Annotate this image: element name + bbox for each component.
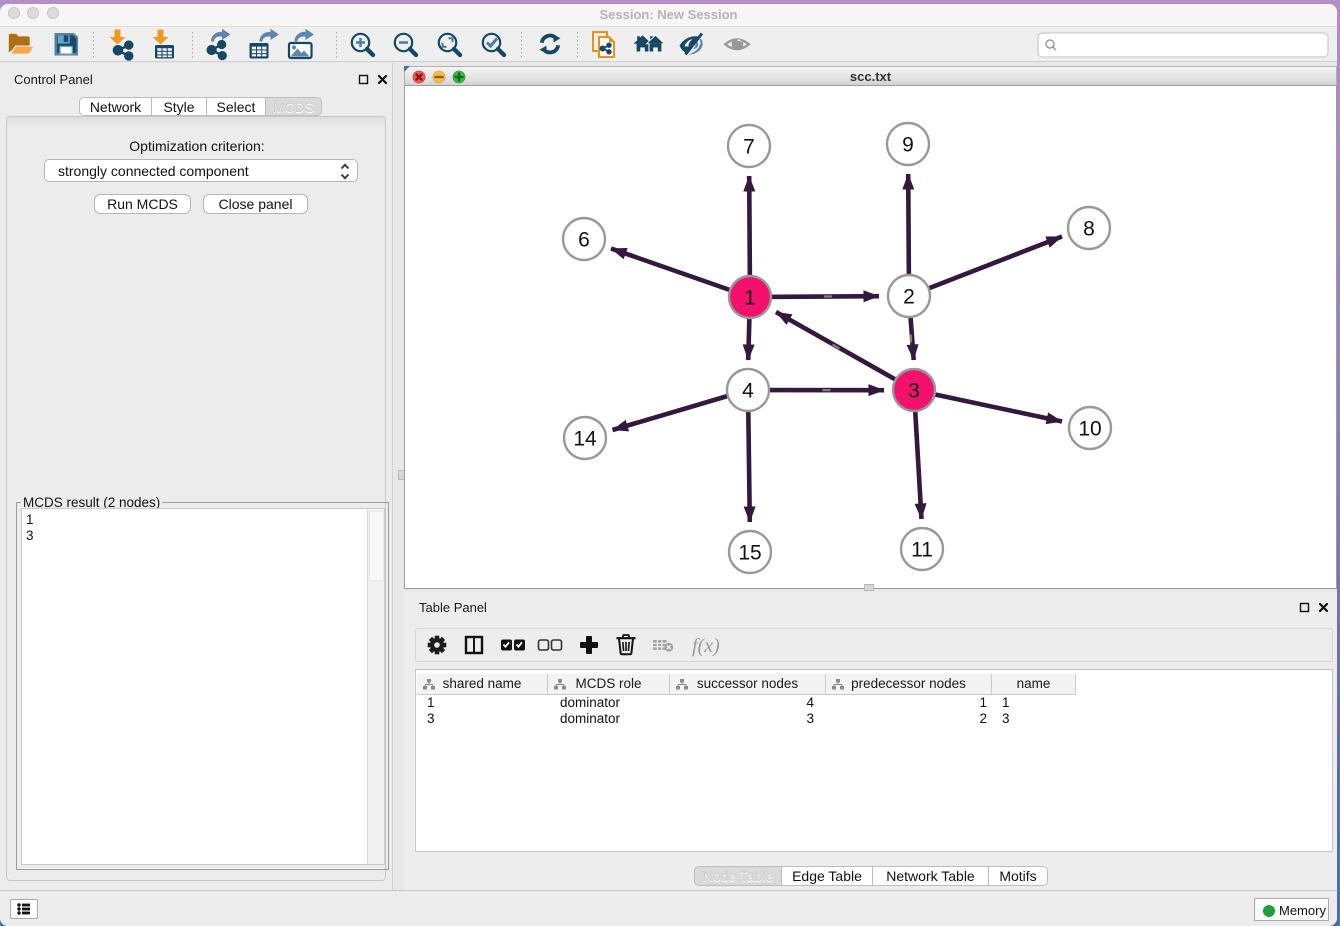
svg-text:14: 14 <box>573 428 597 451</box>
svg-text:f(x): f(x) <box>692 635 720 657</box>
svg-text:7: 7 <box>743 136 755 159</box>
svg-text:2: 2 <box>903 286 915 309</box>
svg-text:3: 3 <box>908 380 920 403</box>
svg-text:9: 9 <box>902 134 914 157</box>
svg-text:10: 10 <box>1078 418 1101 441</box>
svg-text:1: 1 <box>744 287 756 310</box>
svg-text:4: 4 <box>742 380 754 403</box>
svg-text:8: 8 <box>1083 218 1095 241</box>
svg-text:15: 15 <box>738 542 761 565</box>
svg-text:6: 6 <box>578 229 590 252</box>
svg-text:11: 11 <box>911 539 933 562</box>
